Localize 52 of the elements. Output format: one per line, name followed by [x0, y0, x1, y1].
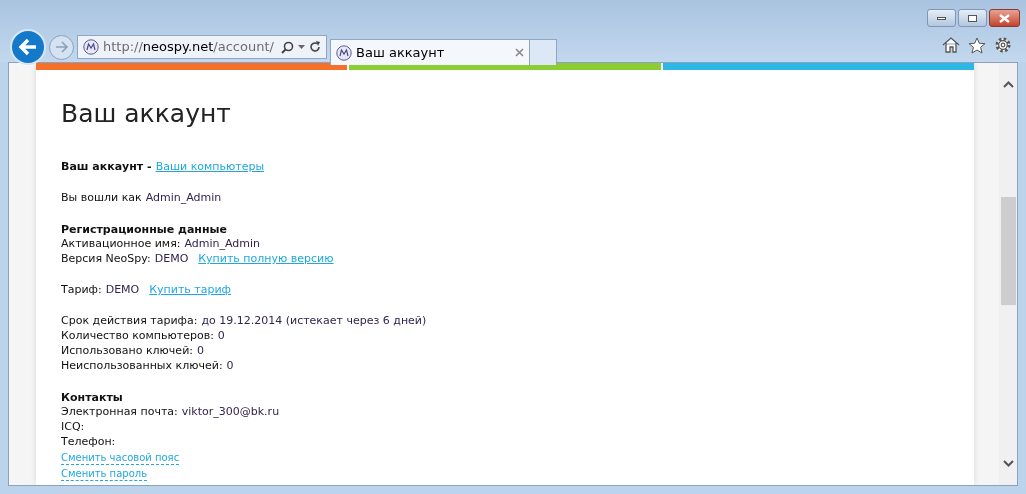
site-logo-icon [83, 39, 99, 55]
field-label: Телефон: [61, 434, 116, 451]
field-label: Активационное имя: [61, 236, 181, 253]
site-logo-icon [336, 44, 352, 61]
scroll-up-icon[interactable] [1002, 81, 1014, 88]
field-value: 0 [197, 343, 204, 360]
field-label: ICQ: [61, 419, 85, 436]
maximize-button[interactable] [958, 9, 987, 27]
page-title: Ваш аккаунт [61, 98, 231, 130]
field-label: Тариф: [61, 282, 102, 299]
settings-link[interactable]: Сменить часовой пояс [61, 451, 180, 465]
purchase-link[interactable]: Купить тариф [149, 282, 231, 299]
field-value: DEMO [105, 282, 140, 299]
back-button[interactable] [10, 29, 46, 65]
close-button[interactable] [989, 9, 1020, 27]
field-label: Использовано ключей: [61, 343, 193, 360]
field-value: Admin_Admin [184, 236, 261, 253]
home-icon[interactable] [942, 37, 960, 53]
star-icon[interactable] [968, 36, 986, 54]
field-label: Версия NeoSpy: [61, 251, 151, 268]
scrollbar-thumb[interactable] [1000, 197, 1016, 305]
computers-link[interactable]: Ваши компьютеры [155, 159, 265, 176]
section-heading: Регистрационные данные [61, 222, 227, 237]
close-tab-icon[interactable] [515, 48, 524, 57]
search-icon[interactable] [281, 40, 294, 54]
field-value: до 19.12.2014 (истекает через 6 дней) [201, 313, 427, 330]
back-arrow-icon [18, 38, 38, 56]
tab-title: Ваш аккаунт [356, 43, 446, 62]
settings-link[interactable]: Сменить пароль [61, 467, 148, 481]
field-value: DEMO [154, 251, 189, 268]
field-label: Электронная почта: [61, 404, 178, 421]
settings-icon[interactable] [994, 36, 1012, 54]
minimize-button[interactable] [927, 9, 956, 27]
field-value: Admin_Admin [145, 190, 222, 207]
field-value: 0 [217, 328, 225, 345]
field-label: Срок действия тарифа: [61, 313, 198, 330]
url-text: http://neospy.net/account/ [103, 38, 275, 57]
close-icon [999, 13, 1010, 23]
browser-tab[interactable]: Ваш аккаунт [330, 39, 530, 65]
forward-arrow-icon [54, 41, 69, 53]
section-label: Ваш аккаунт - [61, 159, 152, 176]
field-label: Вы вошли как [61, 190, 142, 207]
address-bar[interactable]: http://neospy.net/account/ [77, 35, 327, 59]
refresh-icon[interactable] [309, 41, 321, 53]
field-value: 0 [226, 358, 234, 375]
scroll-down-icon[interactable] [1002, 460, 1014, 467]
dropdown-caret-icon[interactable] [298, 45, 305, 49]
purchase-link[interactable]: Купить полную версию [198, 251, 334, 268]
section-heading: Контакты [61, 390, 123, 405]
field-value: viktor_300@bk.ru [181, 404, 280, 421]
field-label: Количество компьютеров: [61, 328, 214, 345]
field-label: Неиспользованных ключей: [61, 358, 223, 375]
